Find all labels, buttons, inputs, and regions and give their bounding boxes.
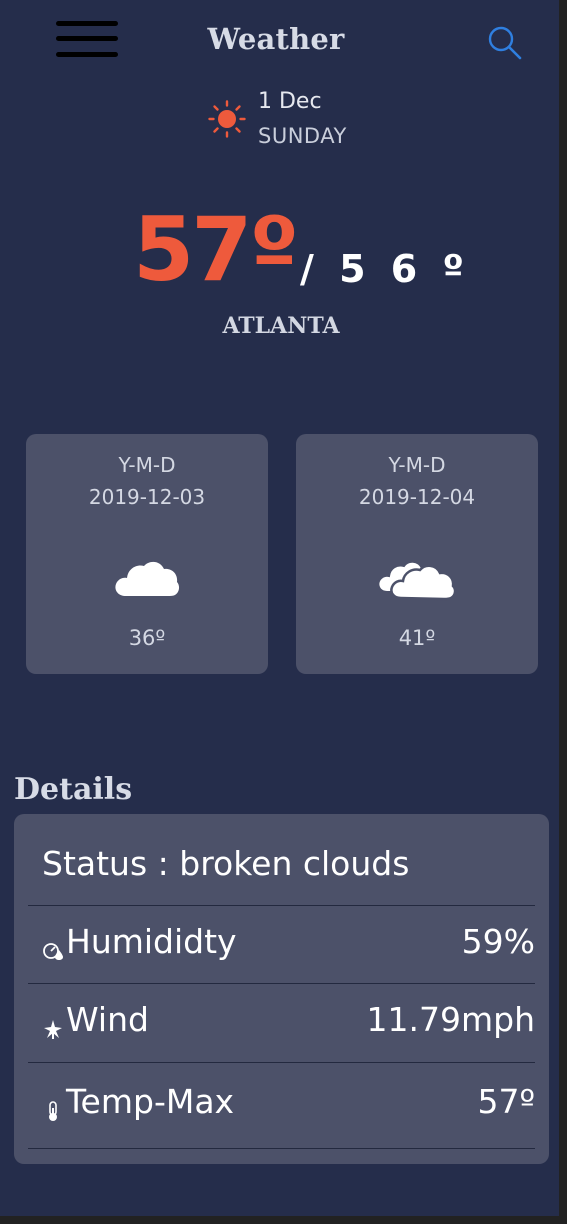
forecast-date-label: Y-M-D: [388, 453, 446, 477]
detail-row-wind: Wind 11.79mph: [28, 992, 535, 1052]
divider: [28, 1062, 535, 1063]
humidity-label: Humididty: [66, 922, 237, 961]
cloud-icon: [26, 548, 268, 608]
detail-label: Wind: [42, 1000, 149, 1039]
forecast-date: 2019-12-04: [358, 485, 476, 509]
forecast-date-label: Y-M-D: [118, 453, 176, 477]
detail-row-temp-max: Temp-Max 57º: [28, 1074, 535, 1134]
divider: [28, 983, 535, 984]
weather-status: Status : broken clouds: [42, 844, 410, 883]
details-heading: Details: [14, 772, 133, 807]
divider: [28, 905, 535, 906]
sun-icon: [208, 100, 246, 138]
date-weekday: SUNDAY: [258, 124, 347, 148]
city-name: ATLANTA: [222, 313, 340, 339]
wind-icon: [42, 1009, 64, 1039]
wind-value: 11.79mph: [366, 1000, 535, 1039]
detail-label: Humididty: [42, 922, 237, 961]
current-temperature: 57º: [133, 198, 299, 301]
divider: [28, 1148, 535, 1149]
weather-app: Weather 1 Dec SUNDAY 57º / 5 6 º ATLANTA: [0, 0, 559, 1216]
forecast-card[interactable]: Y-M-D 2019-12-03 36º: [26, 434, 268, 674]
forecast-card[interactable]: Y-M-D 2019-12-04 41º: [296, 434, 538, 674]
secondary-temperature: / 5 6 º: [300, 247, 470, 291]
forecast-temperature: 41º: [398, 626, 436, 650]
forecast-temperature: 36º: [128, 626, 166, 650]
gauge-icon: [42, 931, 64, 960]
temp-max-label: Temp-Max: [66, 1082, 235, 1121]
detail-row-humidity: Humididty 59%: [28, 914, 535, 974]
thermometer-icon: [42, 1091, 64, 1121]
search-icon[interactable]: [486, 24, 524, 62]
temp-max-value: 57º: [477, 1082, 535, 1121]
wind-label: Wind: [66, 1000, 149, 1039]
details-panel: Status : broken clouds Humididty 59% Win…: [14, 814, 549, 1164]
clouds-icon: [296, 548, 538, 608]
date-day: 1 Dec: [258, 89, 322, 114]
humidity-value: 59%: [461, 922, 535, 961]
detail-label: Temp-Max: [42, 1082, 234, 1121]
app-title: Weather: [207, 22, 345, 56]
forecast-date: 2019-12-03: [88, 485, 206, 509]
